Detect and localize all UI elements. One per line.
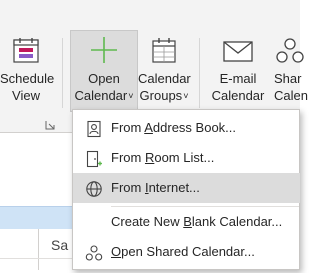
menu-label-pre: From xyxy=(111,180,145,195)
menu-label-accesskey: B xyxy=(183,214,192,229)
menu-label-pre: Create New xyxy=(111,214,184,229)
envelope-icon xyxy=(222,36,254,70)
ribbon-group-divider xyxy=(199,38,200,108)
calendar-day-cell[interactable]: Sa xyxy=(38,230,72,270)
menu-item-from-internet[interactable]: From Internet... xyxy=(73,173,300,203)
menu-label-post: nternet... xyxy=(148,180,200,195)
globe-icon xyxy=(85,179,103,197)
share-calendar-button[interactable]: Shar Calen xyxy=(268,30,308,112)
open-calendar-menu: From Address Book... From Room List... F… xyxy=(72,109,300,270)
calendar-groups-label-line2: Groups xyxy=(139,88,183,103)
email-calendar-button[interactable]: E-mail Calendar xyxy=(208,30,268,112)
room-list-icon xyxy=(85,149,103,168)
share-calendar-label-line1: Shar xyxy=(274,71,302,86)
menu-label-post: lank Calendar... xyxy=(191,214,283,229)
menu-item-create-new-blank-calendar[interactable]: Create New Blank Calendar... xyxy=(73,207,300,237)
chevron-down-icon: ˅ xyxy=(183,91,189,102)
menu-label-accesskey: A xyxy=(144,120,153,135)
schedule-view-icon xyxy=(11,36,41,70)
menu-label-pre: From xyxy=(111,150,145,165)
open-calendar-label-line1: Open xyxy=(88,71,120,86)
open-calendar-label-line2: Calendar xyxy=(74,88,128,103)
calendar-groups-icon xyxy=(149,36,179,70)
schedule-view-button[interactable]: Schedule View xyxy=(0,30,55,112)
dialog-launcher-icon[interactable] xyxy=(45,117,55,130)
ribbon-group-divider xyxy=(62,38,63,108)
menu-label-post: ddress Book... xyxy=(152,120,237,135)
menu-label-post: pen Shared Calendar... xyxy=(121,244,255,259)
schedule-view-label-line2: View xyxy=(12,88,40,103)
open-calendar-button[interactable]: Open Calendar˅ xyxy=(70,30,138,112)
schedule-view-label-line1: Schedule xyxy=(0,71,55,86)
menu-label-pre: From xyxy=(111,120,145,135)
plus-icon xyxy=(89,35,119,69)
menu-label-accesskey: O xyxy=(111,244,122,259)
menu-label-accesskey: R xyxy=(144,150,155,165)
menu-label-post: oom List... xyxy=(154,150,215,165)
calendar-time-column xyxy=(0,229,39,270)
calendar-groups-label-line1: Calendar xyxy=(138,71,191,86)
email-calendar-label-line1: E-mail xyxy=(219,71,257,86)
menu-item-from-room-list[interactable]: From Room List... xyxy=(73,143,300,173)
menu-item-from-address-book[interactable]: From Address Book... xyxy=(73,113,300,143)
address-book-icon xyxy=(85,119,103,138)
share-calendar-icon xyxy=(275,36,305,70)
chevron-down-icon: ˅ xyxy=(128,91,134,102)
shared-calendar-icon xyxy=(85,243,103,261)
email-calendar-label-line2: Calendar xyxy=(211,88,265,103)
menu-item-open-shared-calendar[interactable]: Open Shared Calendar... xyxy=(73,237,300,267)
day-label: Sa xyxy=(51,237,69,253)
calendar-groups-button[interactable]: Calendar Groups˅ xyxy=(138,30,191,112)
share-calendar-label-line2: Calen xyxy=(274,88,308,103)
